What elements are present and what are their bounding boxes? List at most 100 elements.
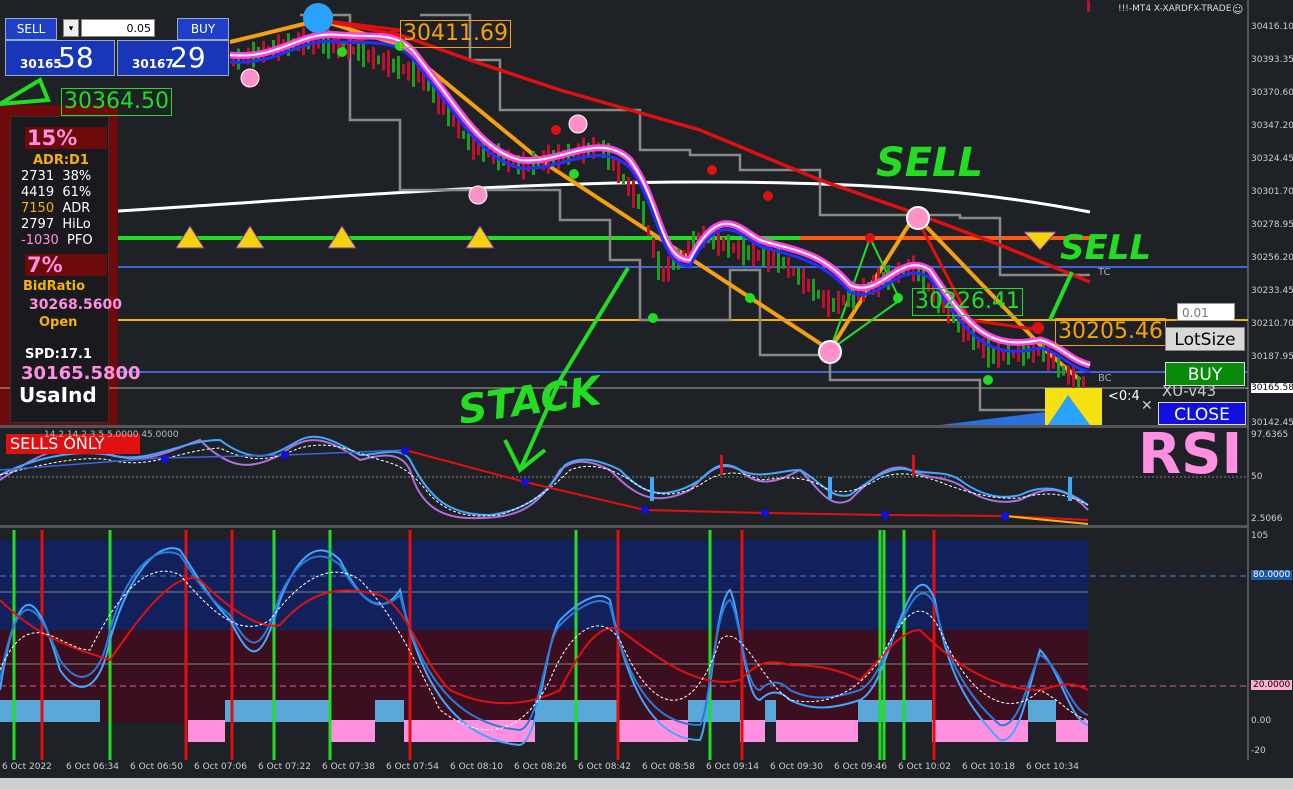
buy-price-box[interactable]: 30167 29 bbox=[117, 40, 229, 76]
lot-input[interactable]: 0.05 bbox=[81, 19, 155, 37]
price-tag-high: 30411.69 bbox=[400, 20, 511, 48]
price-axis-label: 30393.35 bbox=[1251, 55, 1293, 65]
buy-price-big: 29 bbox=[170, 41, 206, 74]
price-axis-label: 30301.70 bbox=[1251, 187, 1293, 197]
candle bbox=[997, 342, 1000, 368]
candle bbox=[792, 267, 795, 276]
price-axis-label: 30187.95 bbox=[1251, 352, 1293, 362]
candle bbox=[1027, 345, 1030, 359]
candle bbox=[787, 256, 790, 278]
time-axis-label: 6 Oct 06:50 bbox=[130, 762, 183, 772]
time-axis-label: 6 Oct 06:34 bbox=[66, 762, 119, 772]
price-tag-right: 30205.46 bbox=[1055, 318, 1166, 346]
smiley-icon: ☺ bbox=[1232, 3, 1244, 16]
candle bbox=[372, 47, 375, 69]
chart-canvas[interactable] bbox=[0, 0, 1293, 789]
candle bbox=[832, 298, 835, 312]
candle bbox=[727, 234, 730, 258]
time-axis-label: 6 Oct 07:06 bbox=[194, 762, 247, 772]
bar-timer: <0:4 bbox=[1108, 389, 1140, 404]
price-tag-mid: 30226.41 bbox=[912, 288, 1023, 316]
rsi-axis-bottom: 2.5066 bbox=[1251, 514, 1283, 524]
candle bbox=[732, 243, 735, 253]
state-bar bbox=[272, 700, 330, 722]
candle bbox=[377, 55, 380, 65]
info-row-4: 2797 HiLo bbox=[21, 217, 91, 232]
candle bbox=[762, 246, 765, 267]
stoch-axis-20: 20.0000 bbox=[1251, 680, 1293, 690]
price-axis-label: 30347.20 bbox=[1251, 121, 1293, 131]
close-x-icon[interactable]: ✕ bbox=[1141, 398, 1153, 414]
candle bbox=[992, 347, 995, 364]
candle bbox=[657, 251, 660, 280]
info-row-1: 2731 38% bbox=[21, 169, 92, 184]
candle bbox=[812, 278, 815, 301]
state-bar bbox=[776, 720, 858, 742]
time-axis-label: 6 Oct 09:14 bbox=[706, 762, 759, 772]
sell-price-big: 58 bbox=[58, 41, 94, 74]
candle bbox=[817, 289, 820, 299]
adr-percent: 15% bbox=[25, 127, 107, 149]
state-bar bbox=[330, 720, 375, 742]
candle bbox=[622, 174, 625, 184]
candle bbox=[737, 240, 740, 260]
bid-ratio-percent: 7% bbox=[25, 254, 107, 276]
window-title: !!!-MT4 X-XARDFX-TRADE bbox=[1118, 4, 1232, 14]
price-axis-label: 30416.10 bbox=[1251, 22, 1293, 32]
open-price: 30268.5600 bbox=[29, 297, 122, 313]
candle bbox=[722, 237, 725, 252]
time-axis-label: 6 Oct 07:38 bbox=[322, 762, 375, 772]
candle bbox=[837, 291, 840, 314]
candle bbox=[782, 256, 785, 269]
candle bbox=[522, 151, 525, 180]
rsi-axis-mid: 50 bbox=[1251, 472, 1263, 482]
trade-panel: SELL ▾ 0.05 BUY 30165 58 30167 29 bbox=[5, 18, 230, 76]
info-row-5: -1030 PFO bbox=[21, 233, 93, 248]
info-panel: 15% ADR:D1 2731 38% 4419 61% 7150 ADR 27… bbox=[10, 116, 141, 423]
candle bbox=[752, 242, 755, 266]
time-axis-label: 6 Oct 10:02 bbox=[898, 762, 951, 772]
annotation-sell-2: SELL bbox=[1060, 228, 1152, 268]
candle bbox=[1047, 343, 1050, 371]
state-bar bbox=[688, 700, 740, 722]
annotation-sell-1: SELL bbox=[876, 140, 984, 186]
candle bbox=[367, 49, 370, 63]
bid-ratio-label: BidRatio bbox=[23, 279, 86, 294]
state-bar bbox=[1028, 700, 1056, 722]
sell-price-box[interactable]: 30165 58 bbox=[5, 40, 115, 76]
time-axis-label: 6 Oct 08:42 bbox=[578, 762, 631, 772]
candle bbox=[402, 64, 405, 75]
stoch-axis-bottom: -20 bbox=[1251, 746, 1266, 756]
candle bbox=[392, 58, 395, 73]
spread-label: SPD:17.1 bbox=[25, 347, 92, 362]
candle bbox=[822, 289, 825, 308]
lot-dropdown[interactable]: ▾ bbox=[63, 19, 79, 37]
time-axis-label: 6 Oct 10:18 bbox=[962, 762, 1015, 772]
sell-button-top[interactable]: SELL bbox=[5, 18, 57, 40]
candle bbox=[412, 59, 415, 87]
candle bbox=[747, 245, 750, 261]
candle bbox=[632, 180, 635, 208]
candle bbox=[462, 130, 465, 139]
candle bbox=[742, 237, 745, 266]
candle bbox=[757, 249, 760, 261]
time-axis-label: 6 Oct 2022 bbox=[2, 762, 52, 772]
buy-button-top[interactable]: BUY bbox=[177, 18, 229, 40]
lot-size-input[interactable]: 0.01 bbox=[1177, 303, 1235, 321]
price-tag-left: 30364.50 bbox=[61, 88, 172, 116]
price-axis-label: 30233.45 bbox=[1251, 286, 1293, 296]
candle bbox=[652, 238, 655, 258]
rsi-header: 14.2 14.2 3 5 5.0000 45.0000 bbox=[44, 430, 179, 440]
candle bbox=[452, 114, 455, 127]
candle bbox=[1052, 354, 1055, 369]
rsi-axis-top: 97.6365 bbox=[1251, 430, 1289, 440]
lotsize-button[interactable]: LotSize bbox=[1165, 327, 1245, 351]
time-axis-label: 6 Oct 08:26 bbox=[514, 762, 567, 772]
time-axis-label: 6 Oct 09:30 bbox=[770, 762, 823, 772]
candle bbox=[407, 61, 410, 81]
candle bbox=[627, 177, 630, 196]
candle bbox=[1017, 344, 1020, 362]
candle bbox=[797, 267, 800, 285]
state-bar bbox=[618, 720, 688, 742]
candle bbox=[397, 55, 400, 79]
